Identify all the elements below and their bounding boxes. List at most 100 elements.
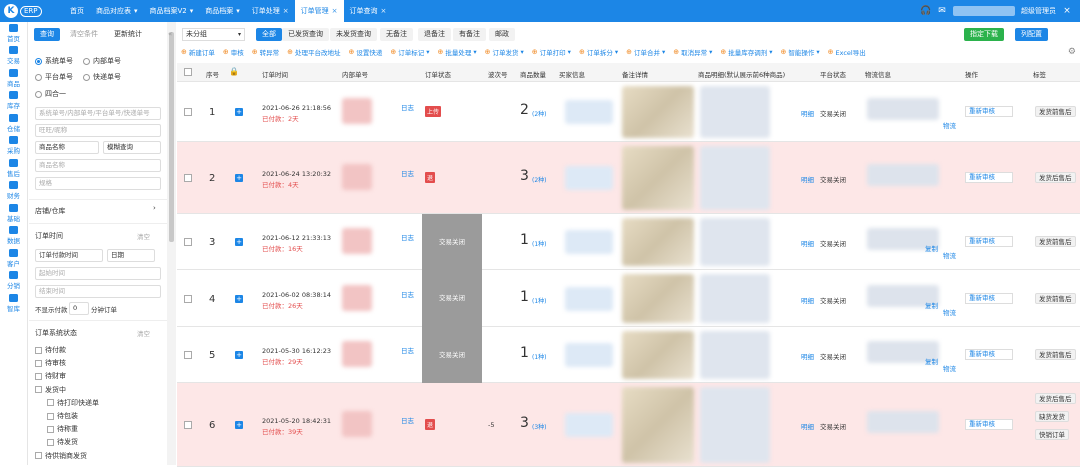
quick-filter-pill-3[interactable]: 无备注 <box>380 28 413 41</box>
action-8[interactable]: ⊕ 订单打印 ▾ <box>528 47 575 57</box>
column-header-12[interactable]: 标签 <box>1033 69 1046 79</box>
status-checkbox-0[interactable]: 待付款 <box>35 345 66 355</box>
column-config-button[interactable]: 列配置 <box>1015 28 1048 41</box>
table-row[interactable]: 4 +2021-06-02 08:38:14 已付款：26天 日志 交易关闭 1 (1种) 明… <box>177 270 1080 327</box>
close-tab-icon[interactable]: × <box>332 0 338 22</box>
reaudit-select[interactable]: 重新审核 <box>965 172 1013 183</box>
spec-input[interactable]: 规格 <box>35 177 161 190</box>
reaudit-select[interactable]: 重新审核 <box>965 419 1013 430</box>
column-header-3[interactable]: 订单状态 <box>425 69 451 79</box>
log-link[interactable]: 日志 <box>401 289 414 299</box>
checkbox[interactable] <box>47 412 54 420</box>
quick-filter-pill-0[interactable]: 全部 <box>256 28 282 41</box>
filter-scrollbar[interactable] <box>167 22 176 465</box>
row-checkbox[interactable] <box>184 238 192 246</box>
quick-filter-pill-5[interactable]: 有备注 <box>453 28 486 41</box>
order-time-clear[interactable]: 清空 <box>137 231 150 241</box>
sidebar-item-7[interactable]: 财务 <box>0 180 27 203</box>
action-14[interactable]: ⊕ Excel导出 <box>824 47 870 57</box>
detail-link[interactable]: 明细 <box>801 351 814 361</box>
goods-name-input[interactable]: 商品名称 <box>35 159 161 172</box>
minutes-input[interactable]: 0 <box>69 302 89 315</box>
row-checkbox[interactable] <box>184 294 192 303</box>
copy-link[interactable]: 复制 <box>925 300 938 310</box>
headset-icon[interactable]: 🎧 <box>920 6 931 16</box>
row-checkbox[interactable] <box>184 174 192 182</box>
radio-four-in-one[interactable]: 四合一 <box>35 89 66 99</box>
erp-logo[interactable]: K ERP <box>4 3 48 19</box>
sidebar-item-2[interactable]: 商品 <box>0 67 27 90</box>
goods-name-select[interactable]: 商品名称 <box>35 141 99 154</box>
nav-tab-5[interactable]: 订单管理 × <box>294 0 344 22</box>
time-unit-select[interactable]: 日期 <box>107 249 155 262</box>
column-header-8[interactable]: 商品明细(默认展示前6种商品) <box>698 69 785 79</box>
settings-gear-icon[interactable]: ⚙ <box>1068 47 1076 57</box>
action-13[interactable]: ⊕ 智能操作 ▾ <box>777 47 824 57</box>
tag-button[interactable]: 发货前售后 <box>1035 236 1076 247</box>
nav-tab-1[interactable]: 商品对应表 ▾ <box>90 0 144 22</box>
sidebar-item-0[interactable]: 首页 <box>0 22 27 45</box>
action-0[interactable]: ⊕ 新建订单 <box>177 47 219 57</box>
sidebar-item-3[interactable]: 库存 <box>0 90 27 113</box>
shop-warehouse-section[interactable]: 店铺/仓库 <box>35 206 65 216</box>
lock-icon[interactable]: 🔒 <box>229 67 239 76</box>
status-checkbox-5[interactable]: 待包装 <box>47 411 78 421</box>
copy-link[interactable]: 复制 <box>925 356 938 366</box>
log-link[interactable]: 日志 <box>401 232 414 242</box>
action-6[interactable]: ⊕ 批量处理 ▾ <box>434 47 481 57</box>
row-checkbox[interactable] <box>184 351 192 359</box>
action-1[interactable]: ⊕ 审核 <box>219 47 248 57</box>
column-header-0[interactable]: 序号 <box>206 69 219 79</box>
table-row[interactable]: 5 +2021-05-30 16:12:23 已付款：29天 日志 交易关闭 1 (1种) 明… <box>177 327 1080 383</box>
nav-tab-2[interactable]: 商品档案V2 ▾ <box>144 0 200 22</box>
sidebar-item-6[interactable]: 售后 <box>0 157 27 180</box>
detail-link[interactable]: 明细 <box>801 238 814 248</box>
checkbox[interactable] <box>47 399 54 407</box>
nav-tab-4[interactable]: 订单处理 × <box>246 0 295 22</box>
select-all-checkbox[interactable] <box>184 68 192 76</box>
column-header-1[interactable]: 订单时间 <box>262 69 288 79</box>
status-clear[interactable]: 清空 <box>137 328 150 338</box>
status-checkbox-7[interactable]: 待发货 <box>47 437 78 447</box>
action-5[interactable]: ⊕ 订单标记 ▾ <box>386 47 433 57</box>
radio-platform-no[interactable]: 平台单号 <box>35 72 73 82</box>
qty-kinds[interactable]: (1种) <box>532 352 547 361</box>
action-10[interactable]: ⊕ 订单合并 ▾ <box>622 47 669 57</box>
sidebar-item-10[interactable]: 客户 <box>0 247 27 270</box>
reaudit-select[interactable]: 重新审核 <box>965 349 1013 360</box>
tag-button[interactable]: 发货前售后 <box>1035 106 1076 117</box>
sidebar-item-4[interactable]: 仓储 <box>0 112 27 135</box>
action-12[interactable]: ⊕ 批量库存调剂 ▾ <box>716 47 776 57</box>
action-4[interactable]: ⊕ 设置快递 <box>345 47 387 57</box>
close-icon[interactable]: × <box>1062 6 1072 16</box>
qty-kinds[interactable]: (3种) <box>532 422 547 431</box>
nav-tab-0[interactable]: 首页 <box>64 0 90 22</box>
checkbox[interactable] <box>47 438 54 446</box>
tag-button[interactable]: 缺货发货 <box>1035 411 1069 422</box>
status-checkbox-2[interactable]: 待财审 <box>35 371 66 381</box>
close-tab-icon[interactable]: × <box>381 0 387 22</box>
expand-plus-icon[interactable]: + <box>235 421 243 429</box>
sidebar-item-9[interactable]: 数据 <box>0 225 27 248</box>
quick-filter-pill-2[interactable]: 未发货查询 <box>330 28 377 41</box>
expand-plus-icon[interactable]: + <box>235 108 243 116</box>
tag-button[interactable]: 发货后售后 <box>1035 172 1076 183</box>
table-row[interactable]: 3 +2021-06-12 21:33:13 已付款：16天 日志 交易关闭 1 (1种) 明… <box>177 214 1080 270</box>
table-row[interactable]: 6 +2021-05-20 18:42:31 已付款：39天 日志 退 -5 3 (3种) 明细… <box>177 383 1080 467</box>
sidebar-item-8[interactable]: 基础 <box>0 202 27 225</box>
action-3[interactable]: ⊕ 处理平台改地址 <box>283 47 344 57</box>
reaudit-select[interactable]: 重新审核 <box>965 236 1013 247</box>
sidebar-item-5[interactable]: 采购 <box>0 135 27 158</box>
order-no-input[interactable]: 系统单号/内部单号/平台单号/快递单号 <box>35 107 161 120</box>
radio-internal-no[interactable]: 内部单号 <box>83 56 121 66</box>
column-header-5[interactable]: 商品数量 <box>520 69 546 79</box>
logistics-link[interactable]: 物流 <box>943 363 956 373</box>
log-link[interactable]: 日志 <box>401 102 414 112</box>
qty-kinds[interactable]: (1种) <box>532 296 547 305</box>
checkbox[interactable] <box>35 359 42 367</box>
status-checkbox-1[interactable]: 待审核 <box>35 358 66 368</box>
qty-kinds[interactable]: (1种) <box>532 239 547 248</box>
column-header-11[interactable]: 操作 <box>965 69 978 79</box>
time-type-select[interactable]: 订单付款时间 <box>35 249 103 262</box>
column-header-7[interactable]: 备注详情 <box>622 69 648 79</box>
